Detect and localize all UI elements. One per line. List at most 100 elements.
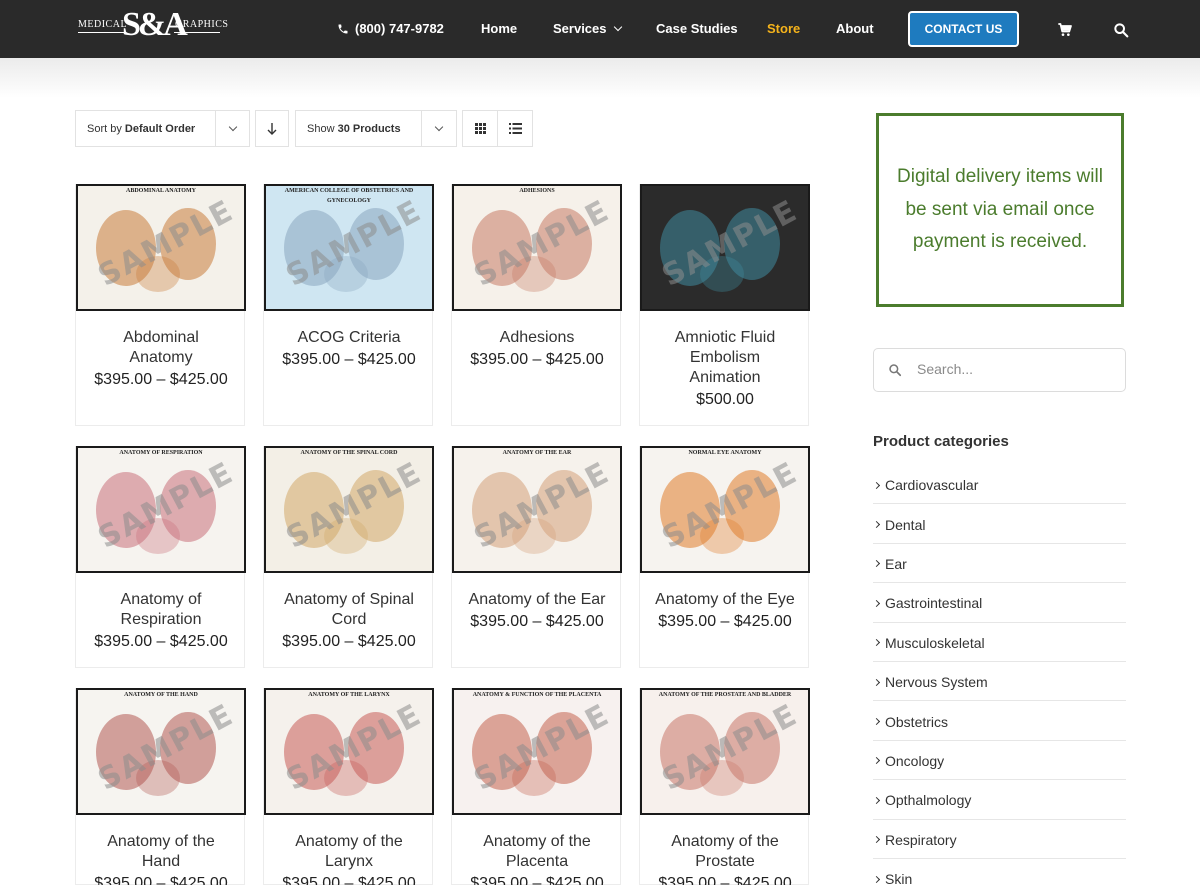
category-item[interactable]: Nervous System (872, 662, 1126, 702)
chevron-right-icon (872, 796, 881, 804)
category-label: Dental (885, 516, 926, 533)
product-image[interactable]: ANATOMY OF THE PROSTATE AND BLADDER SAMPL… (640, 688, 810, 815)
chevron-right-icon (872, 521, 881, 529)
show-count-dropdown[interactable]: Show 30 Products (295, 110, 457, 147)
product-image[interactable]: SAMPLE (640, 184, 810, 311)
product-card[interactable]: ANATOMY OF RESPIRATION SAMPLE Anatomy of R… (75, 446, 246, 668)
categories-title: Product categories (873, 433, 1009, 450)
product-image[interactable]: ANATOMY OF THE EAR SAMPLE (452, 446, 622, 573)
divider (421, 111, 422, 146)
grid-view-button[interactable] (463, 111, 497, 146)
logo-rule-right (174, 32, 220, 33)
search-icon[interactable] (1113, 22, 1129, 38)
nav-phone[interactable]: (800) 747-9782 (337, 21, 444, 36)
chevron-right-icon (872, 718, 881, 726)
product-title[interactable]: Anatomy of the Ear (452, 590, 622, 610)
category-item[interactable]: Ear (872, 544, 1126, 584)
category-item[interactable]: Opthalmology (872, 780, 1126, 820)
category-item[interactable]: Gastrointestinal (872, 583, 1126, 623)
category-item[interactable]: Skin (872, 859, 1126, 885)
arrow-down-icon (267, 122, 277, 135)
chevron-down-icon (228, 122, 238, 132)
product-card[interactable]: ANATOMY OF THE EAR SAMPLE Anatomy of the E… (451, 446, 622, 668)
product-image[interactable]: AMERICAN COLLEGE OF OBSTETRICS AND GYNEC… (264, 184, 434, 311)
product-title[interactable]: Anatomy of the Eye (640, 590, 810, 610)
cart-icon[interactable] (1057, 22, 1073, 38)
nav-about[interactable]: About (836, 21, 874, 36)
search-icon[interactable] (888, 363, 902, 377)
site-header: MEDICAL S&A GRAPHICS (800) 747-9782 Home… (0, 0, 1200, 58)
product-title[interactable]: Amniotic Fluid Embolism Animation (640, 328, 810, 388)
contact-us-button[interactable]: CONTACT US (908, 11, 1019, 47)
product-card[interactable]: ADHESIONS SAMPLE Adhesions $395.00 – $425.0… (451, 184, 622, 426)
nav-services[interactable]: Services (553, 21, 622, 36)
category-item[interactable]: Respiratory (872, 820, 1126, 859)
chevron-right-icon (872, 639, 881, 647)
product-price: $395.00 – $425.00 (658, 613, 792, 630)
nav-case-studies[interactable]: Case Studies (656, 21, 738, 36)
list-icon (509, 123, 522, 134)
category-label: Skin (885, 871, 913, 885)
product-image[interactable]: ANATOMY & FUNCTION OF THE PLACENTA SAMPLE (452, 688, 622, 815)
nav-store[interactable]: Store (767, 21, 800, 36)
product-card[interactable]: ANATOMY OF THE SPINAL CORD SAMPLE Anatomy … (263, 446, 434, 668)
product-image[interactable]: ABDOMINAL ANATOMY SAMPLE (76, 184, 246, 311)
category-label: Ear (885, 555, 907, 572)
product-price: $395.00 – $425.00 (658, 875, 792, 885)
grid-icon (474, 123, 486, 134)
product-card[interactable]: AMERICAN COLLEGE OF OBSTETRICS AND GYNEC… (263, 184, 434, 426)
category-label: Nervous System (885, 674, 988, 691)
product-price: $500.00 (696, 391, 754, 408)
product-title[interactable]: Anatomy of the Prostate (640, 832, 810, 872)
product-title[interactable]: Anatomy of the Larynx (264, 832, 434, 872)
category-item[interactable]: Cardiovascular (872, 465, 1126, 505)
product-image[interactable]: ANATOMY OF THE HAND SAMPLE (76, 688, 246, 815)
product-title[interactable]: Anatomy of Spinal Cord (264, 590, 434, 630)
logo-text-left: MEDICAL (78, 19, 128, 30)
product-title[interactable]: Anatomy of the Placenta (452, 832, 622, 872)
category-item[interactable]: Oncology (872, 741, 1126, 781)
product-title[interactable]: Abdominal Anatomy (76, 328, 246, 368)
product-card[interactable]: ANATOMY & FUNCTION OF THE PLACENTA SAMPLE… (451, 688, 622, 885)
view-toggle (462, 110, 533, 147)
search-input[interactable] (917, 361, 1107, 377)
product-card[interactable]: SAMPLE Amniotic Fluid Embolism Animation $… (639, 184, 810, 426)
product-image[interactable]: ANATOMY OF THE LARYNX SAMPLE (264, 688, 434, 815)
product-title[interactable]: Anatomy of the Hand (76, 832, 246, 872)
product-image[interactable]: ANATOMY OF RESPIRATION SAMPLE (76, 446, 246, 573)
product-image[interactable]: NORMAL EYE ANATOMY SAMPLE (640, 446, 810, 573)
category-label: Obstetrics (885, 713, 949, 730)
site-logo[interactable]: MEDICAL S&A GRAPHICS (78, 6, 228, 44)
sidebar-search (873, 348, 1126, 392)
nav-services-label: Services (553, 21, 607, 36)
logo-rule-left (78, 32, 124, 33)
product-price: $395.00 – $425.00 (94, 875, 228, 885)
chevron-down-icon (434, 122, 444, 132)
product-image[interactable]: ANATOMY OF THE SPINAL CORD SAMPLE (264, 446, 434, 573)
nav-home[interactable]: Home (481, 21, 517, 36)
product-card[interactable]: ABDOMINAL ANATOMY SAMPLE Abdominal Anatomy… (75, 184, 246, 426)
product-title[interactable]: Adhesions (452, 328, 622, 348)
category-item[interactable]: Dental (872, 504, 1126, 544)
category-item[interactable]: Musculoskeletal (872, 623, 1126, 662)
sort-direction-button[interactable] (255, 110, 289, 147)
sort-value: Default Order (124, 122, 196, 135)
product-price: $395.00 – $425.00 (282, 633, 416, 650)
product-card[interactable]: ANATOMY OF THE LARYNX SAMPLE Anatomy of th… (263, 688, 434, 885)
header-shadow (0, 58, 1200, 98)
phone-number: (800) 747-9782 (355, 21, 444, 36)
category-label: Oncology (885, 752, 945, 769)
product-title[interactable]: Anatomy of Respiration (76, 590, 246, 630)
sort-dropdown[interactable]: Sort by Default Order (75, 110, 250, 147)
list-view-button[interactable] (498, 111, 533, 146)
chevron-right-icon (872, 875, 881, 883)
product-title[interactable]: ACOG Criteria (264, 328, 434, 348)
product-card[interactable]: ANATOMY OF THE HAND SAMPLE Anatomy of the … (75, 688, 246, 885)
category-item[interactable]: Obstetrics (872, 701, 1126, 741)
product-card[interactable]: NORMAL EYE ANATOMY SAMPLE Anatomy of the E… (639, 446, 810, 668)
category-label: Respiratory (885, 831, 957, 848)
chevron-down-icon (613, 22, 622, 32)
product-card[interactable]: ANATOMY OF THE PROSTATE AND BLADDER SAMPL… (639, 688, 810, 885)
product-image[interactable]: ADHESIONS SAMPLE (452, 184, 622, 311)
product-price: $395.00 – $425.00 (470, 613, 604, 630)
